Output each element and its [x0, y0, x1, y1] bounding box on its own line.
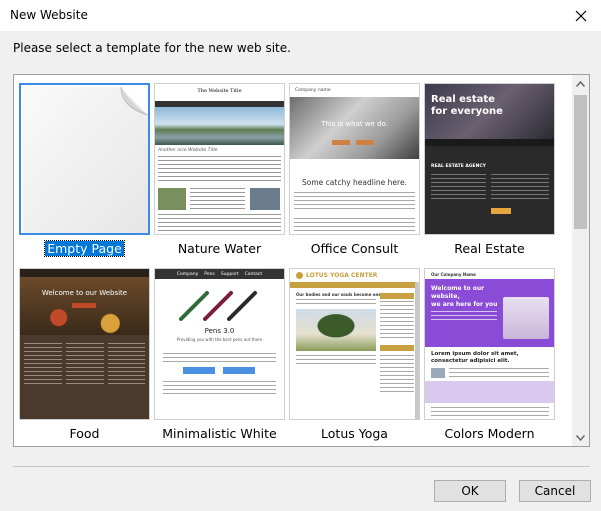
template-real-estate[interactable]: Real estate for everyone REAL ESTATE AGE…	[424, 83, 555, 259]
scroll-down-button[interactable]	[572, 429, 589, 446]
close-icon	[575, 10, 587, 21]
cancel-button[interactable]: Cancel	[519, 480, 591, 502]
template-label: Real Estate	[454, 241, 525, 256]
template-thumbnail: LOTUS YOGA CENTER Our bodies and our sou…	[289, 268, 420, 420]
template-thumbnail: Welcome to our Website	[19, 268, 150, 420]
template-label: Empty Page	[44, 240, 125, 257]
blank-page-icon	[23, 86, 148, 233]
hero-image	[290, 97, 419, 159]
template-label: Lotus Yoga	[321, 426, 388, 441]
hero-image	[155, 107, 284, 145]
template-label: Office Consult	[310, 241, 399, 256]
template-colors-modern[interactable]: Our Company Name Welcome to our website,…	[424, 268, 555, 444]
template-empty-page[interactable]: Empty Page	[19, 83, 150, 259]
hero-image	[296, 309, 376, 351]
template-gallery[interactable]: Empty Page The Website Title Another nic…	[13, 74, 590, 447]
template-thumbnail	[19, 83, 150, 235]
template-lotus-yoga[interactable]: LOTUS YOGA CENTER Our bodies and our sou…	[289, 268, 420, 444]
template-label: Food	[69, 426, 100, 441]
template-thumbnail: Our Company Name Welcome to our website,…	[424, 268, 555, 420]
template-office-consult[interactable]: Company name This is what we do. Some ca…	[289, 83, 420, 259]
template-nature-water[interactable]: The Website Title Another nice Website T…	[154, 83, 285, 259]
template-minimalistic-white[interactable]: Company Pens Support Contact Pens 3.0 Pr…	[154, 268, 285, 444]
template-thumbnail: The Website Title Another nice Website T…	[154, 83, 285, 235]
template-label: Nature Water	[177, 241, 262, 256]
template-label: Minimalistic White	[162, 426, 277, 441]
chevron-down-icon	[576, 434, 585, 441]
template-label: Colors Modern	[444, 426, 535, 441]
template-thumbnail: Company name This is what we do. Some ca…	[289, 83, 420, 235]
scroll-up-button[interactable]	[572, 75, 589, 92]
instruction-text: Please select a template for the new web…	[13, 41, 291, 55]
footer-separator	[13, 466, 590, 467]
title-bar: New Website	[0, 0, 601, 31]
gallery-scrollbar[interactable]	[572, 75, 589, 446]
ok-button[interactable]: OK	[434, 480, 506, 502]
scroll-thumb[interactable]	[574, 95, 587, 229]
template-food[interactable]: Welcome to our Website Food	[19, 268, 150, 444]
window-title: New Website	[10, 8, 88, 22]
template-thumbnail: Real estate for everyone REAL ESTATE AGE…	[424, 83, 555, 235]
pens-illustration	[179, 291, 257, 321]
template-thumbnail: Company Pens Support Contact Pens 3.0 Pr…	[154, 268, 285, 420]
hero-image	[503, 297, 549, 339]
close-button[interactable]	[561, 0, 601, 31]
chevron-up-icon	[576, 80, 585, 87]
